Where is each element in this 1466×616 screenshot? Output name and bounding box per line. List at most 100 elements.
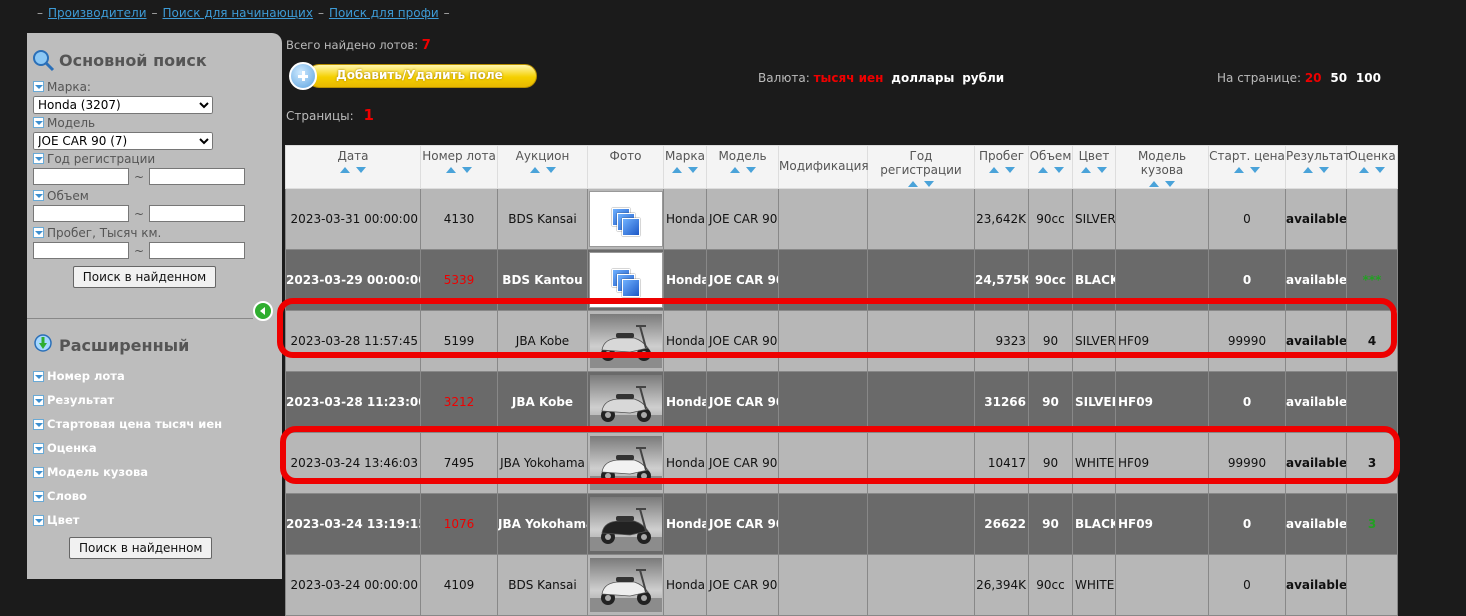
search-in-results-button[interactable]: Поиск в найденном xyxy=(72,266,217,288)
range-separator: ~ xyxy=(134,243,145,258)
col-header-auction: Аукцион xyxy=(497,145,588,189)
scooter-photo[interactable] xyxy=(589,497,662,551)
sort-asc-icon[interactable] xyxy=(1359,167,1369,173)
sort-desc-icon[interactable] xyxy=(688,167,698,173)
per-page-100[interactable]: 100 xyxy=(1356,71,1381,85)
volume-to-input[interactable] xyxy=(149,205,246,222)
mileage-from-input[interactable] xyxy=(33,242,129,259)
ext-filter-body-model[interactable]: Модель кузова xyxy=(33,460,222,484)
year-to-input[interactable] xyxy=(149,168,246,185)
sort-desc-icon[interactable] xyxy=(1319,167,1329,173)
cell-color: WHITE xyxy=(1072,554,1116,616)
volume-from-input[interactable] xyxy=(33,205,129,222)
table-body: 2023-03-31 00:00:00 4130 BDS Kansai Honda JO… xyxy=(285,188,1398,616)
cell-color: SILVER xyxy=(1072,188,1116,250)
sort-desc-icon[interactable] xyxy=(924,181,934,187)
per-page-50[interactable]: 50 xyxy=(1330,71,1347,85)
ext-filter-result[interactable]: Результат xyxy=(33,388,222,412)
sort-asc-icon[interactable] xyxy=(1037,167,1048,173)
sort-asc-icon[interactable] xyxy=(672,167,682,173)
table-row[interactable]: 2023-03-24 00:00:00 4109 BDS Kansai Honda JO… xyxy=(285,554,1398,616)
expand-icon xyxy=(33,418,44,430)
ext-filter-label: Номер лота xyxy=(47,369,125,383)
ext-filter-grade[interactable]: Оценка xyxy=(33,436,222,460)
brand-select[interactable]: Honda (3207) xyxy=(33,96,213,114)
col-header-label: Дата xyxy=(337,149,369,163)
mileage-to-input[interactable] xyxy=(149,242,246,259)
sort-desc-icon[interactable] xyxy=(1250,167,1260,173)
cell-color: BLACK xyxy=(1072,493,1116,555)
sort-controls xyxy=(1286,167,1346,173)
mileage-label: Пробег, Тысяч км. xyxy=(47,225,162,240)
table-row[interactable]: 2023-03-31 00:00:00 4130 BDS Kansai Honda JO… xyxy=(285,188,1398,250)
sort-desc-icon[interactable] xyxy=(356,167,366,173)
ext-filter-lot-number[interactable]: Номер лота xyxy=(33,364,222,388)
currency-dollars[interactable]: доллары xyxy=(891,71,954,85)
collapse-arrow-icon[interactable] xyxy=(253,301,273,321)
sort-controls xyxy=(1116,181,1208,187)
sort-asc-icon[interactable] xyxy=(1081,167,1091,173)
col-header-result: Результат xyxy=(1285,145,1350,189)
cell-model: JOE CAR 90 xyxy=(706,493,779,555)
search-in-results-button-2[interactable]: Поиск в найденном xyxy=(69,537,213,559)
cell-mileage: 31266 xyxy=(974,371,1029,433)
cell-start-price: 0 xyxy=(1208,493,1286,555)
mileage-label-row[interactable]: Пробег, Тысяч км. xyxy=(33,225,282,240)
col-header-brand: Марка xyxy=(663,145,707,189)
currency-rubles[interactable]: рубли xyxy=(962,71,1004,85)
table-row[interactable]: 2023-03-24 13:19:15 1076 JBA Yokohama Honda… xyxy=(285,493,1398,555)
col-header-photo: Фото xyxy=(587,145,664,189)
sort-asc-icon[interactable] xyxy=(729,167,740,173)
expand-icon xyxy=(33,514,44,526)
model-label: Модель xyxy=(47,115,96,130)
cell-photo xyxy=(587,554,664,616)
sort-asc-icon[interactable] xyxy=(1149,181,1159,187)
pagination: Страницы: 1 xyxy=(286,106,374,124)
model-label-row: Модель xyxy=(33,115,282,130)
cell-lot-number[interactable]: 1076 xyxy=(420,493,498,555)
cell-mileage: 23,642K xyxy=(974,188,1029,250)
nav-link-manufacturers[interactable]: Производители xyxy=(48,6,147,20)
photo-placeholder-icon[interactable] xyxy=(589,191,663,247)
cell-modification xyxy=(778,554,868,616)
sort-desc-icon[interactable] xyxy=(1097,167,1107,173)
sort-desc-icon[interactable] xyxy=(545,167,556,173)
cell-auction: JBA Yokohama xyxy=(497,493,588,555)
ext-filter-color[interactable]: Цвет xyxy=(33,508,222,532)
add-remove-field-button[interactable]: Добавить/Удалить поле xyxy=(289,62,537,90)
col-header-modification: Модификация xyxy=(778,145,869,189)
year-label-row[interactable]: Год регистрации xyxy=(33,152,282,166)
cell-lot-number[interactable]: 4130 xyxy=(420,188,498,250)
cell-modification xyxy=(778,188,868,250)
cell-lot-number[interactable]: 4109 xyxy=(420,554,498,616)
cell-lot-number[interactable]: 3212 xyxy=(420,371,498,433)
scooter-photo[interactable] xyxy=(589,375,662,429)
page-1-link[interactable]: 1 xyxy=(364,106,374,124)
sort-desc-icon[interactable] xyxy=(1053,167,1064,173)
volume-label-row[interactable]: Объем xyxy=(33,189,282,203)
sort-asc-icon[interactable] xyxy=(340,167,350,173)
col-header-label: Год регистрации xyxy=(880,149,962,177)
nav-link-beginners-search[interactable]: Поиск для начинающих xyxy=(163,6,313,20)
sort-asc-icon[interactable] xyxy=(529,167,540,173)
table-row[interactable]: 2023-03-28 11:23:00 3212 JBA Kobe Honda JOE … xyxy=(285,371,1398,433)
scooter-photo[interactable] xyxy=(589,558,662,612)
per-page-20[interactable]: 20 xyxy=(1305,71,1322,85)
sort-desc-icon[interactable] xyxy=(462,167,472,173)
sort-asc-icon[interactable] xyxy=(908,181,918,187)
year-from-input[interactable] xyxy=(33,168,129,185)
sort-asc-icon[interactable] xyxy=(988,167,999,173)
sort-asc-icon[interactable] xyxy=(1303,167,1313,173)
currency-yen[interactable]: тысяч иен xyxy=(814,71,884,85)
ext-filter-word[interactable]: Слово xyxy=(33,484,222,508)
model-select[interactable]: JOE CAR 90 (7) xyxy=(33,132,213,150)
sort-asc-icon[interactable] xyxy=(446,167,456,173)
sort-desc-icon[interactable] xyxy=(1375,167,1385,173)
sort-asc-icon[interactable] xyxy=(1234,167,1244,173)
nav-link-pro-search[interactable]: Поиск для профи xyxy=(329,6,439,20)
sort-desc-icon[interactable] xyxy=(745,167,756,173)
sort-desc-icon[interactable] xyxy=(1004,167,1015,173)
col-header-color: Цвет xyxy=(1072,145,1116,189)
ext-filter-start-price[interactable]: Стартовая цена тысяч иен xyxy=(33,412,222,436)
sort-desc-icon[interactable] xyxy=(1165,181,1175,187)
